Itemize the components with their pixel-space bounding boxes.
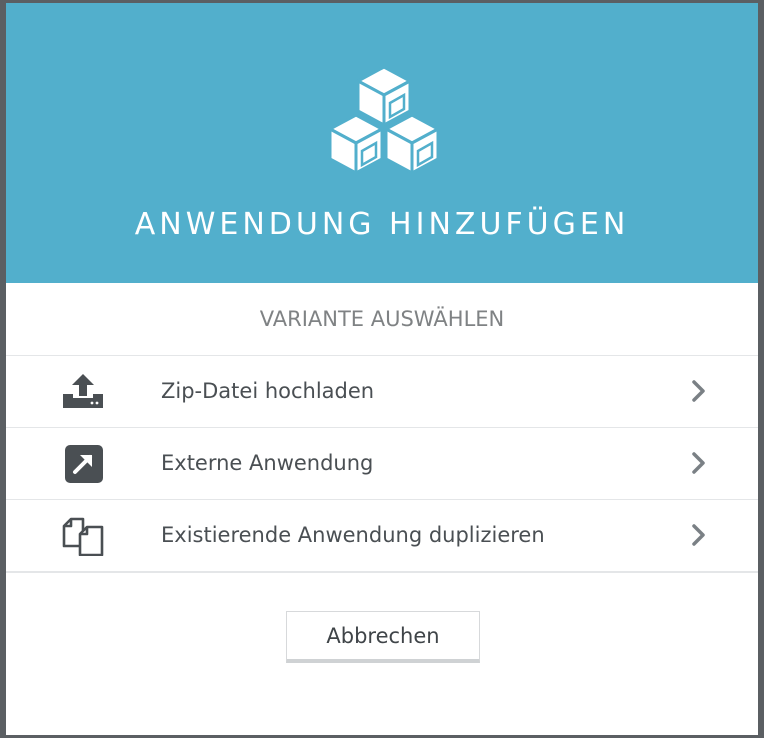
cancel-button[interactable]: Abbrechen [286, 611, 480, 663]
option-external-app[interactable]: Externe Anwendung [6, 428, 758, 500]
option-label: Existierende Anwendung duplizieren [161, 523, 545, 547]
chevron-right-icon [692, 380, 705, 402]
option-duplicate-app[interactable]: Existierende Anwendung duplizieren [6, 500, 758, 573]
cubes-icon [328, 65, 440, 175]
add-application-dialog: ANWENDUNG HINZUFÜGEN VARIANTE AUSWÄHLEN … [6, 3, 758, 735]
option-label: Zip-Datei hochladen [161, 379, 375, 403]
option-list: Zip-Datei hochladen Externe Anwendung Ex… [6, 356, 758, 573]
chevron-right-icon [692, 524, 705, 546]
external-link-icon [65, 445, 103, 483]
upload-icon [63, 374, 103, 408]
duplicate-icon [62, 517, 104, 556]
dialog-title: ANWENDUNG HINZUFÜGEN [134, 207, 630, 242]
dialog-footer: Abbrechen [6, 573, 758, 733]
chevron-right-icon [692, 452, 705, 474]
option-label: Externe Anwendung [161, 451, 374, 475]
option-upload-zip[interactable]: Zip-Datei hochladen [6, 356, 758, 428]
dialog-subtitle: VARIANTE AUSWÄHLEN [6, 283, 758, 356]
dialog-header: ANWENDUNG HINZUFÜGEN [6, 3, 758, 283]
